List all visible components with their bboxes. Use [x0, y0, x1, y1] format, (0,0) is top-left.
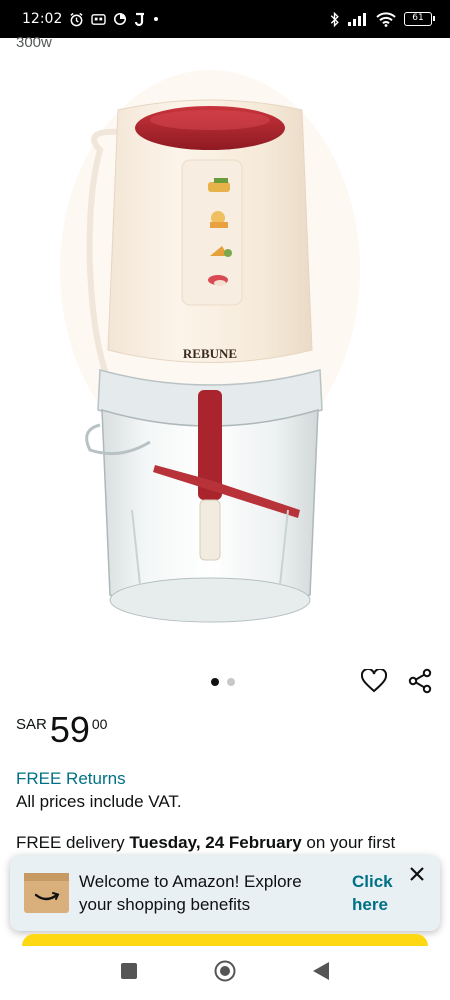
- product-title-fragment: 300w: [16, 34, 52, 50]
- status-notification-icons: [69, 12, 159, 27]
- carousel-dot-active[interactable]: [211, 678, 219, 686]
- bluetooth-icon: [330, 11, 340, 27]
- share-button[interactable]: [405, 668, 435, 698]
- price-whole: 59: [49, 709, 90, 750]
- welcome-text: Welcome to Amazon! Explore your shopping…: [79, 872, 302, 914]
- back-triangle-icon: [313, 961, 329, 985]
- wishlist-button[interactable]: [359, 667, 389, 698]
- recents-button[interactable]: [116, 960, 142, 986]
- free-returns-link[interactable]: FREE Returns: [16, 769, 126, 789]
- brand-label: REBUNE: [183, 346, 237, 361]
- status-bar: 12:02 61: [0, 0, 450, 38]
- carousel-dot[interactable]: [227, 678, 235, 686]
- alarm-icon: [69, 12, 84, 27]
- delivery-date: Tuesday, 24 February: [129, 833, 302, 852]
- signal-icon: [348, 12, 368, 26]
- welcome-banner: Welcome to Amazon! Explore your shopping…: [10, 855, 440, 931]
- data-saver-icon: [113, 12, 127, 26]
- status-right: 61: [330, 11, 435, 27]
- j-app-icon: [134, 12, 146, 27]
- click-here-link[interactable]: Click here: [352, 870, 402, 916]
- share-icon: [407, 668, 433, 699]
- dot-icon: [153, 16, 159, 22]
- heart-outline-icon: [360, 667, 388, 698]
- buy-button-partial[interactable]: [22, 934, 428, 946]
- delivery-suffix: on your first: [301, 833, 396, 852]
- home-button[interactable]: [212, 960, 238, 986]
- price-fraction: 00: [91, 716, 108, 732]
- delivery-prefix: FREE delivery: [16, 833, 130, 852]
- wifi-icon: [376, 11, 396, 27]
- home-circle-icon: [214, 960, 236, 987]
- battery-icon: 61: [404, 12, 435, 26]
- recents-square-icon: [121, 962, 137, 984]
- status-time: 12:02: [22, 11, 63, 27]
- cast-icon: [91, 13, 107, 26]
- close-icon: [409, 866, 425, 887]
- back-button[interactable]: [308, 960, 334, 986]
- vat-note: All prices include VAT.: [16, 792, 182, 811]
- close-banner-button[interactable]: [406, 865, 428, 887]
- amazon-box-icon: [24, 873, 69, 913]
- delivery-info: FREE delivery Tuesday, 24 February on yo…: [16, 833, 436, 853]
- price-currency: SAR: [16, 716, 47, 733]
- price: SAR 59 00: [16, 710, 107, 750]
- image-carousel-dots: [211, 678, 235, 686]
- system-nav-bar: [0, 946, 450, 1000]
- status-left: 12:02: [22, 11, 159, 27]
- product-image[interactable]: REBUNE: [60, 70, 390, 650]
